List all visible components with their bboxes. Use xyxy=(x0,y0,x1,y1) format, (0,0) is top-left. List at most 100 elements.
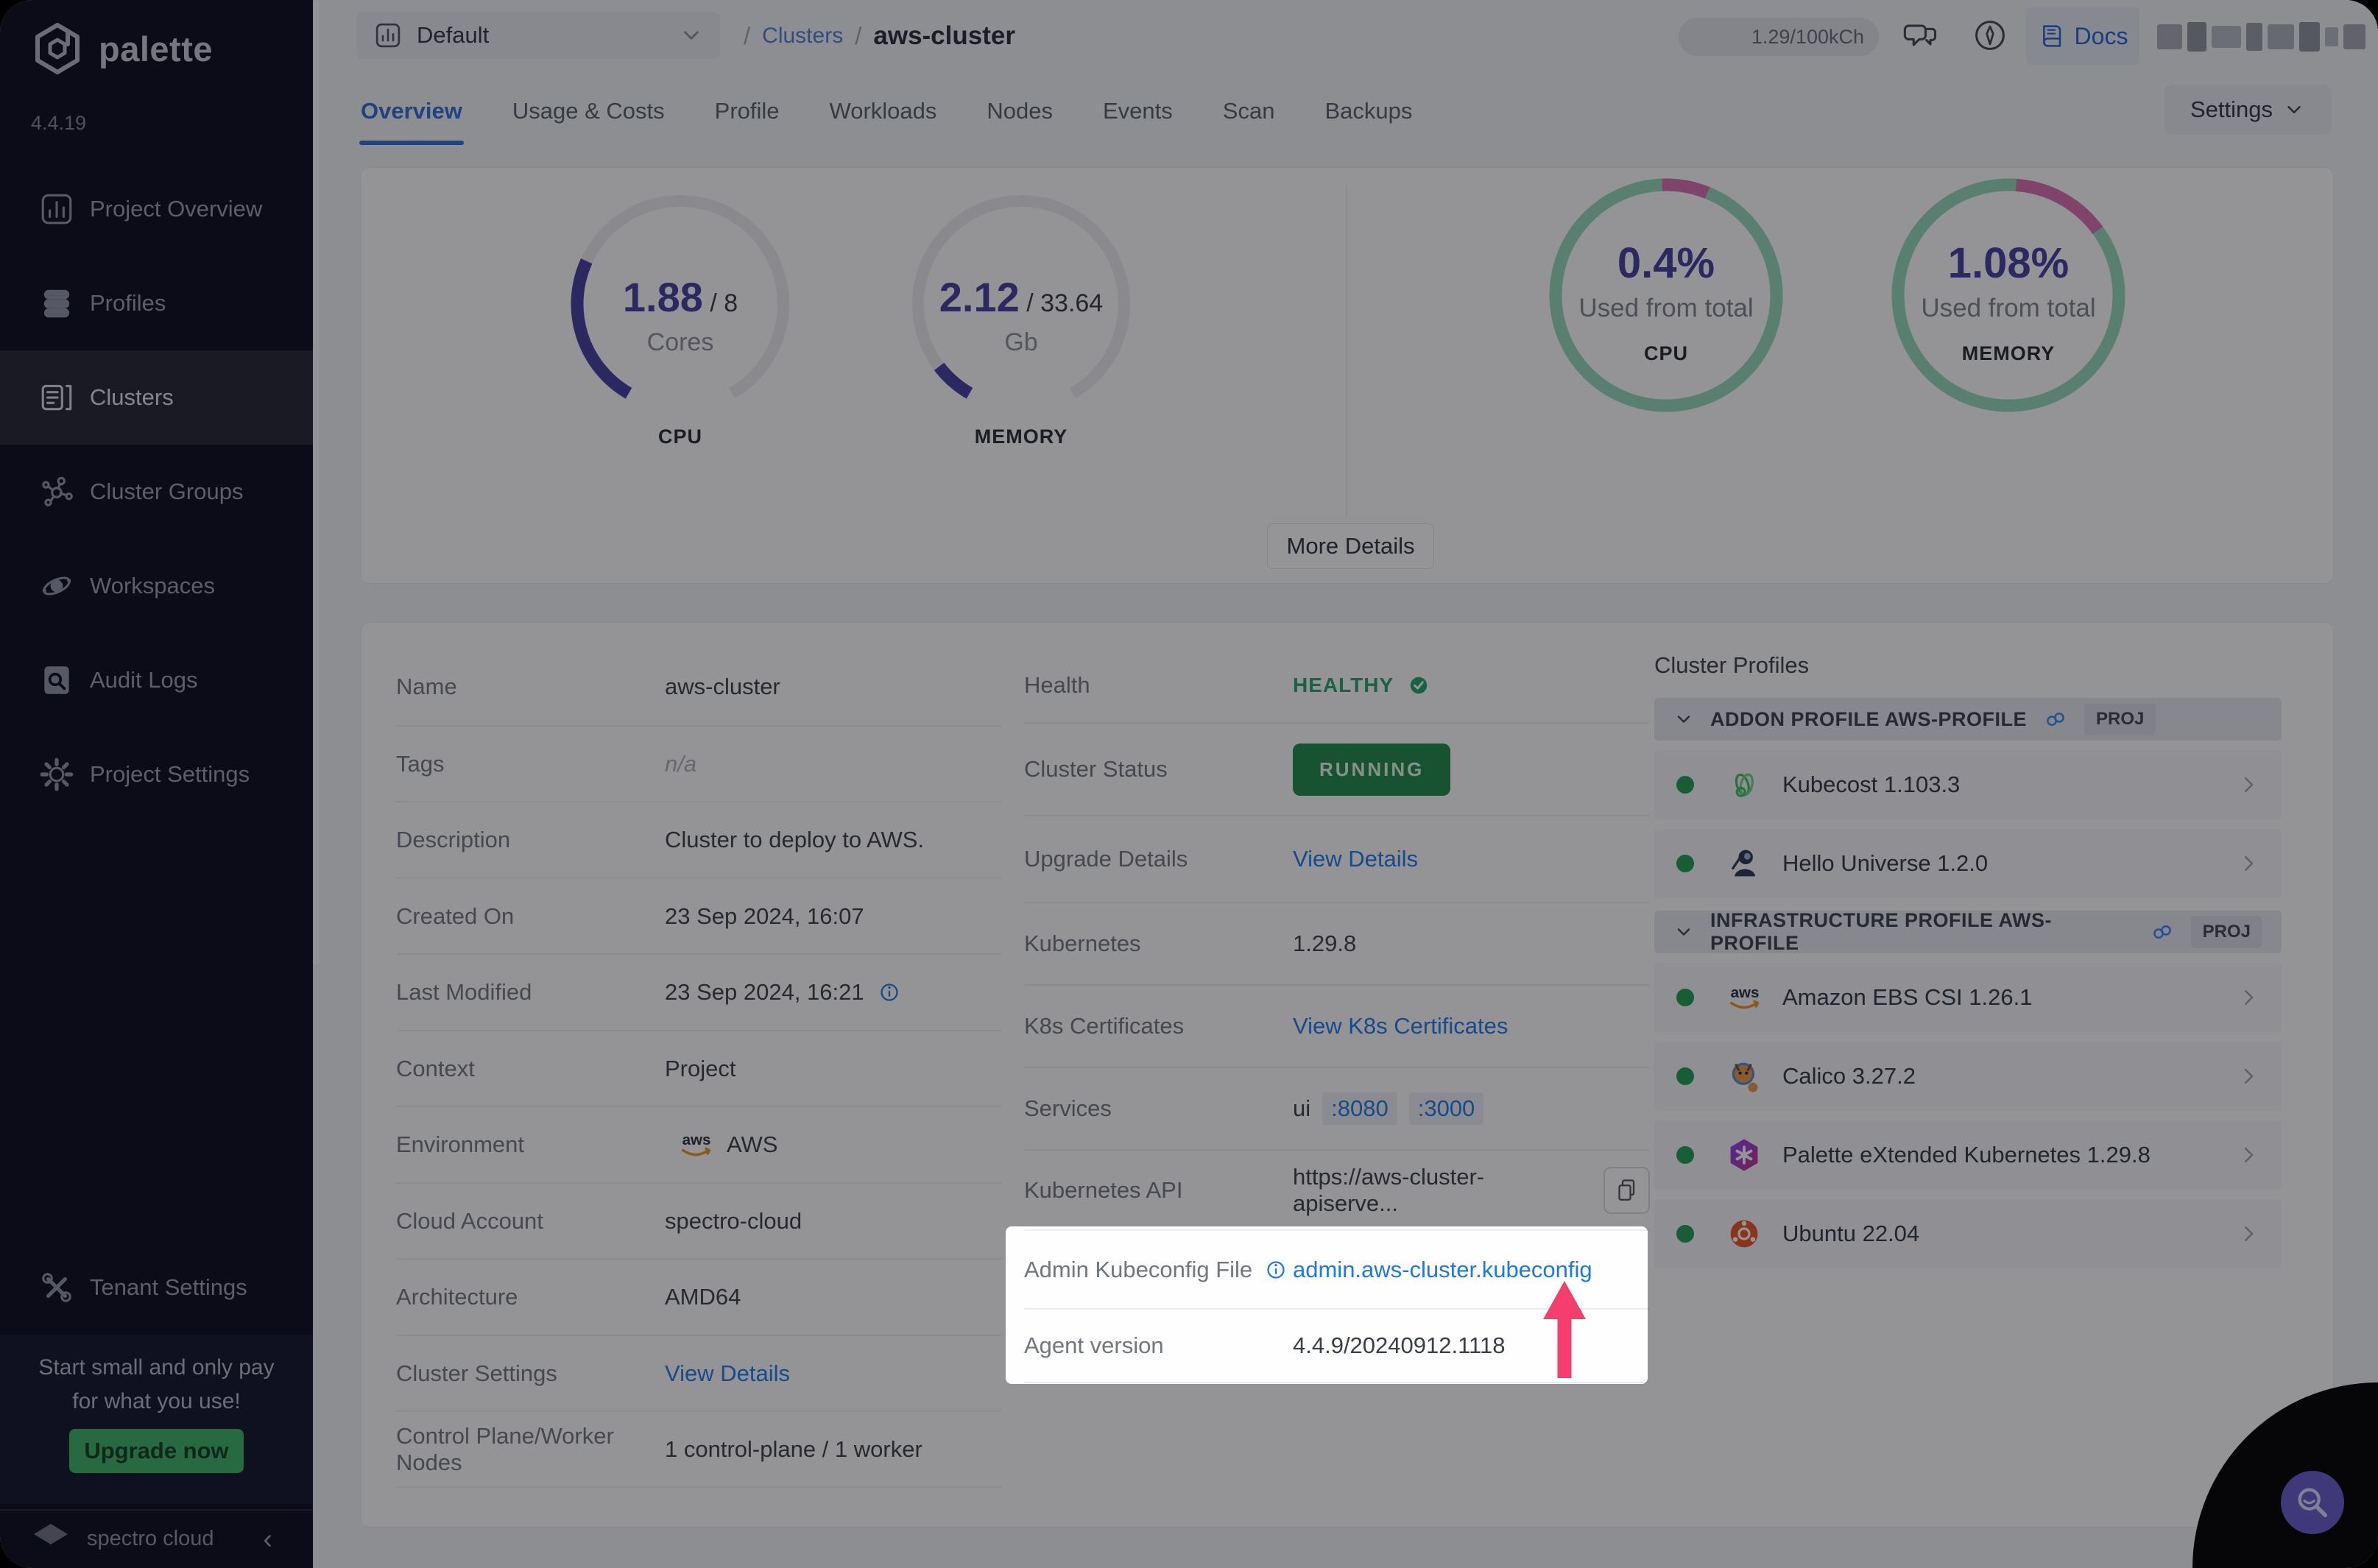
tab-backups[interactable]: Backups xyxy=(1323,77,1414,145)
profile-section-header[interactable]: ADDON PROFILE AWS-PROFILE PROJ xyxy=(1654,698,2282,741)
sidebar-item-label: Cluster Groups xyxy=(90,478,244,504)
detail-value: aws-cluster xyxy=(665,673,780,699)
donut-label: MEMORY xyxy=(1961,342,2056,364)
promo-line-2: for what you use! xyxy=(72,1389,241,1413)
status-dot xyxy=(1676,776,1694,794)
breadcrumb-clusters-link[interactable]: Clusters xyxy=(762,24,843,49)
tab-profile[interactable]: Profile xyxy=(713,77,781,145)
chat-icon[interactable] xyxy=(1902,16,1940,54)
compass-icon[interactable] xyxy=(1971,16,2009,54)
profile-pack-item[interactable]: Kubecost 1.103.3 xyxy=(1654,750,2282,819)
sidebar-item-audit-logs[interactable]: Audit Logs xyxy=(0,633,313,727)
palette-app-window: palette 4.4.19 Project Overview Profiles C… xyxy=(0,0,2378,1568)
detail-value: RUNNING xyxy=(1293,743,1451,796)
service-port-link[interactable]: :8080 xyxy=(1322,1092,1397,1125)
chevron-right-icon xyxy=(2237,852,2259,875)
tab-events[interactable]: Events xyxy=(1101,77,1174,145)
gauge-label: CPU xyxy=(657,425,702,448)
detail-label: Architecture xyxy=(396,1283,518,1310)
detail-value: Cluster to deploy to AWS. xyxy=(665,826,925,852)
svg-text:aws: aws xyxy=(1731,984,1760,1001)
gauge-label: MEMORY xyxy=(974,425,1068,448)
detail-label: Cloud Account xyxy=(396,1207,543,1234)
status-dot xyxy=(1676,1067,1694,1085)
usage-credits-pill: 1.29/100kCh xyxy=(1679,18,1879,56)
view-details-link[interactable]: View Details xyxy=(1293,846,1418,872)
detail-label: Agent version xyxy=(1024,1332,1164,1358)
sidebar-item-workspaces[interactable]: Workspaces xyxy=(0,539,313,633)
sidebar-item-label: Profiles xyxy=(90,290,166,316)
detail-value: 1.29.8 xyxy=(1293,930,1357,956)
more-details-button[interactable]: More Details xyxy=(1267,523,1434,569)
middle-row: Kubernetes 1.29.8 xyxy=(1024,902,1650,984)
profile-pack-item[interactable]: Ubuntu 22.04 xyxy=(1654,1199,2282,1268)
kubeconfig-link[interactable]: admin.aws-cluster.kubeconfig xyxy=(1293,1257,1592,1283)
detail-label: Health xyxy=(1024,672,1090,698)
topbar: Default / Clusters / aws-cluster 1.29/10… xyxy=(313,0,2378,71)
docs-button[interactable]: Docs xyxy=(2026,7,2139,65)
detail-text: 23 Sep 2024, 16:21 xyxy=(665,978,864,1005)
promo-line-1: Start small and only pay xyxy=(38,1355,275,1380)
cluster-profiles-body: ADDON PROFILE AWS-PROFILE PROJ Kubecost 1.… xyxy=(1654,698,2282,1268)
palette-logo-icon xyxy=(29,21,85,77)
left-row: Cloud Account spectro-cloud xyxy=(396,1182,1002,1258)
pack-name: Palette eXtended Kubernetes 1.29.8 xyxy=(1782,1142,2151,1168)
sidebar-item-profiles[interactable]: Profiles xyxy=(0,256,313,350)
detail-label: Tags xyxy=(396,750,445,777)
sidebar-collapse-chevron-icon[interactable]: ‹ xyxy=(263,1524,272,1555)
left-row: Control Plane/Worker Nodes 1 control-plan… xyxy=(396,1410,1002,1486)
sidebar-item-clusters[interactable]: Clusters xyxy=(0,350,313,445)
donut-label: CPU xyxy=(1643,342,1688,364)
left-row: Description Cluster to deploy to AWS. xyxy=(396,801,1002,877)
docs-label: Docs xyxy=(2074,22,2128,49)
chevron-right-icon xyxy=(2237,774,2259,796)
detail-value: HEALTHY xyxy=(1293,672,1432,699)
view-details-link[interactable]: View Details xyxy=(665,1360,790,1387)
profile-section-header[interactable]: INFRASTRUCTURE PROFILE AWS-PROFILE PROJ xyxy=(1654,909,2282,954)
health-badge: HEALTHY xyxy=(1293,674,1394,696)
cluster-details-card: Name aws-cluster Tags n/a Description Cluster… xyxy=(361,622,2334,1528)
scope-badge: PROJ xyxy=(2084,703,2156,735)
profile-section-title: ADDON PROFILE AWS-PROFILE xyxy=(1710,707,2027,730)
project-selector[interactable]: Default xyxy=(356,12,720,59)
profile-pack-item[interactable]: Hello Universe 1.2.0 xyxy=(1654,829,2282,898)
gauge-total: / 33.64 xyxy=(1019,289,1104,317)
middle-row: Kubernetes API https://aws-cluster-apiser… xyxy=(1024,1149,1650,1229)
middle-row: Health HEALTHY xyxy=(1024,649,1650,722)
search-fab-button[interactable] xyxy=(2281,1471,2344,1534)
detail-value: ui:8080:3000 xyxy=(1293,1092,1484,1125)
detail-value: Project xyxy=(665,1055,736,1081)
sidebar-scrollbar[interactable] xyxy=(313,0,320,964)
sidebar-item-project-overview[interactable]: Project Overview xyxy=(0,162,313,256)
sidebar-footer: spectro cloud ‹ xyxy=(0,1509,313,1568)
info-icon[interactable] xyxy=(876,979,903,1006)
detail-value: https://aws-cluster-apiserve... xyxy=(1293,1164,1650,1217)
sidebar-item-label: Workspaces xyxy=(90,573,215,598)
tab-workloads[interactable]: Workloads xyxy=(828,77,939,145)
service-port-link[interactable]: :3000 xyxy=(1408,1092,1484,1125)
upgrade-now-button[interactable]: Upgrade now xyxy=(69,1429,244,1473)
aws-icon: aws xyxy=(1725,978,1763,1017)
detail-value: AMD64 xyxy=(665,1283,741,1310)
view-details-link[interactable]: View K8s Certificates xyxy=(1293,1013,1508,1039)
sidebar-item-project-settings[interactable]: Project Settings xyxy=(0,727,313,822)
profile-pack-item[interactable]: Palette eXtended Kubernetes 1.29.8 xyxy=(1654,1120,2282,1190)
card-divider xyxy=(1346,186,1347,517)
scope-badge: PROJ xyxy=(2190,916,2262,948)
tab-overview[interactable]: Overview xyxy=(359,77,464,145)
profile-pack-item[interactable]: aws Amazon EBS CSI 1.26.1 xyxy=(1654,963,2282,1032)
profile-pack-item[interactable]: Calico 3.27.2 xyxy=(1654,1042,2282,1111)
project-settings-icon xyxy=(38,756,75,793)
settings-button[interactable]: Settings xyxy=(2164,85,2331,135)
sidebar-item-label: Clusters xyxy=(90,384,174,410)
sidebar-item-cluster-groups[interactable]: Cluster Groups xyxy=(0,445,313,539)
cluster-profiles-panel: Cluster Profiles ADDON PROFILE AWS-PROFI… xyxy=(1654,652,2282,1268)
tab-usage-costs[interactable]: Usage & Costs xyxy=(511,77,666,145)
copy-button[interactable] xyxy=(1603,1166,1650,1214)
info-icon[interactable] xyxy=(1263,1257,1289,1283)
status-dot xyxy=(1676,989,1694,1006)
tab-scan[interactable]: Scan xyxy=(1221,77,1277,145)
left-row: Name aws-cluster xyxy=(396,649,1002,724)
sidebar-item-tenant-settings[interactable]: Tenant Settings xyxy=(0,1240,313,1335)
tab-nodes[interactable]: Nodes xyxy=(985,77,1054,145)
